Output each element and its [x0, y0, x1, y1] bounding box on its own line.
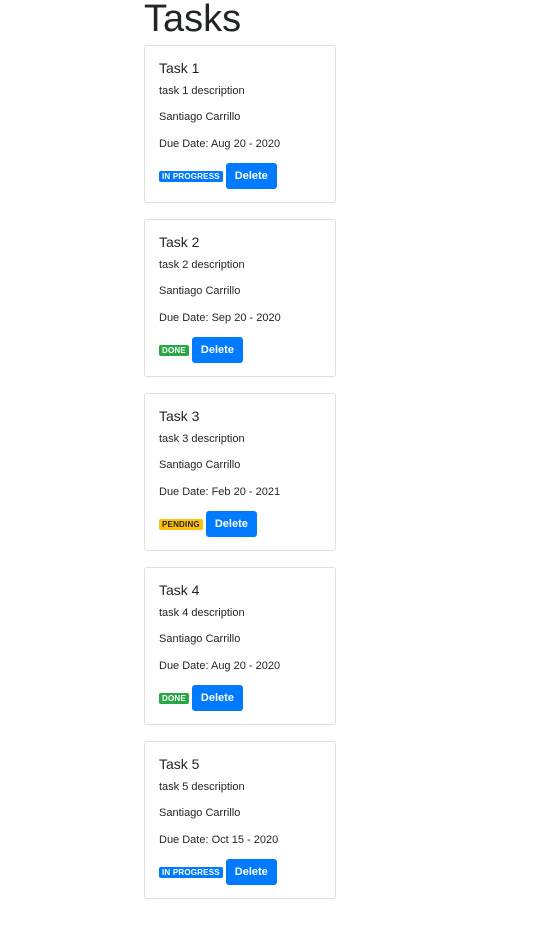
task-due-date: Due Date: Aug 20 - 2020	[159, 660, 281, 672]
task-title: Task 3	[159, 408, 200, 424]
status-badge: PENDING	[159, 518, 203, 530]
task-description: task 2 description	[159, 259, 245, 271]
task-list: Task 1 task 1 description Santiago Carri…	[144, 45, 336, 915]
task-title: Task 4	[159, 582, 200, 598]
task-actions: IN PROGRESS Delete	[159, 859, 321, 885]
task-due-date: Due Date: Sep 20 - 2020	[159, 312, 281, 324]
task-owner: Santiago Carrillo	[159, 807, 241, 819]
task-due-date: Due Date: Feb 20 - 2021	[159, 486, 281, 498]
task-description: task 3 description	[159, 433, 245, 445]
task-actions: IN PROGRESS Delete	[159, 163, 321, 189]
status-badge: DONE	[159, 344, 189, 356]
delete-button[interactable]: Delete	[205, 511, 257, 537]
task-card: Task 4 task 4 description Santiago Carri…	[144, 567, 336, 725]
task-card: Task 3 task 3 description Santiago Carri…	[144, 393, 336, 551]
task-due-date: Due Date: Oct 15 - 2020	[159, 834, 279, 846]
task-owner: Santiago Carrillo	[159, 285, 241, 297]
task-description: task 5 description	[159, 781, 245, 793]
delete-button[interactable]: Delete	[191, 337, 243, 363]
task-owner: Santiago Carrillo	[159, 111, 241, 123]
task-owner: Santiago Carrillo	[159, 459, 241, 471]
task-card: Task 1 task 1 description Santiago Carri…	[144, 45, 336, 203]
status-badge: IN PROGRESS	[159, 866, 223, 878]
status-badge: IN PROGRESS	[159, 170, 223, 182]
delete-button[interactable]: Delete	[191, 685, 243, 711]
page-title: Tasks	[144, 0, 242, 40]
task-description: task 4 description	[159, 607, 245, 619]
task-title: Task 5	[159, 756, 200, 772]
task-actions: PENDING Delete	[159, 511, 321, 537]
status-badge: DONE	[159, 692, 189, 704]
task-card: Task 5 task 5 description Santiago Carri…	[144, 741, 336, 899]
task-title: Task 1	[159, 60, 200, 76]
delete-button[interactable]: Delete	[225, 859, 277, 885]
task-actions: DONE Delete	[159, 685, 321, 711]
task-card: Task 2 task 2 description Santiago Carri…	[144, 219, 336, 377]
task-title: Task 2	[159, 234, 200, 250]
task-due-date: Due Date: Aug 20 - 2020	[159, 138, 281, 150]
task-description: task 1 description	[159, 85, 245, 97]
task-owner: Santiago Carrillo	[159, 633, 241, 645]
task-actions: DONE Delete	[159, 337, 321, 363]
delete-button[interactable]: Delete	[225, 163, 277, 189]
